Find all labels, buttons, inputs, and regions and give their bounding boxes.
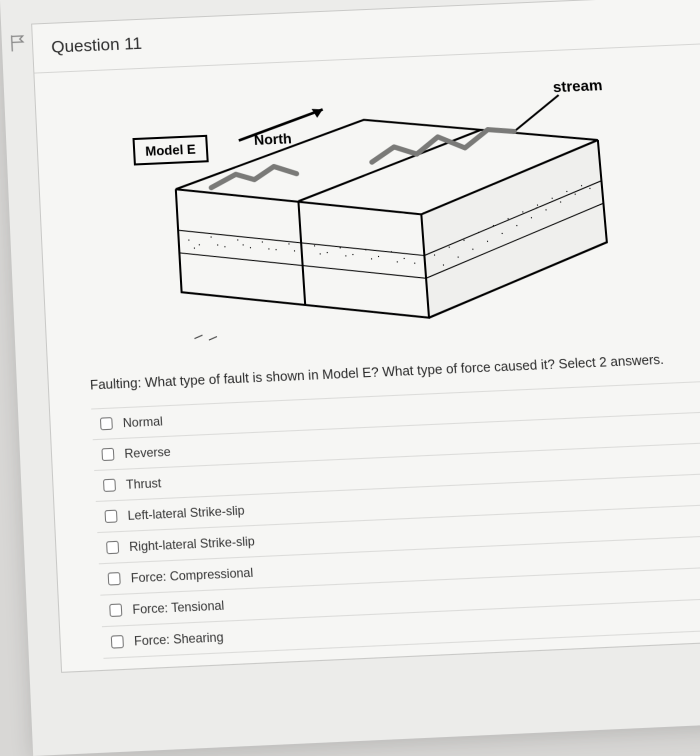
option-label: Normal [122,413,163,430]
option-label: Force: Shearing [134,629,224,648]
option-checkbox[interactable] [108,571,121,585]
question-number: Question 11 [51,34,143,58]
model-label: Model E [132,135,208,166]
option-label: Reverse [124,444,171,461]
option-checkbox[interactable] [106,540,119,553]
option-label: Right-lateral Strike-slip [129,533,255,554]
option-checkbox[interactable] [109,603,122,617]
option-label: Force: Tensional [132,597,225,616]
stream-label: stream [552,77,603,96]
block-diagram-svg [110,67,677,358]
option-checkbox[interactable] [111,634,124,648]
option-label: Force: Compressional [130,564,253,585]
question-card: Question 11 Model E North stream [31,0,700,672]
option-checkbox[interactable] [101,447,114,460]
answer-options: Normal Reverse Thrust Left-lateral Strik… [91,380,700,658]
option-checkbox[interactable] [100,417,113,430]
option-label: Thrust [126,475,162,492]
flag-icon[interactable] [10,34,27,53]
option-label: Left-lateral Strike-slip [127,502,245,522]
question-body: Model E North stream [34,44,700,671]
north-label: North [253,130,292,148]
option-checkbox[interactable] [103,478,116,491]
option-checkbox[interactable] [104,509,117,522]
fault-diagram: Model E North stream [110,67,677,358]
